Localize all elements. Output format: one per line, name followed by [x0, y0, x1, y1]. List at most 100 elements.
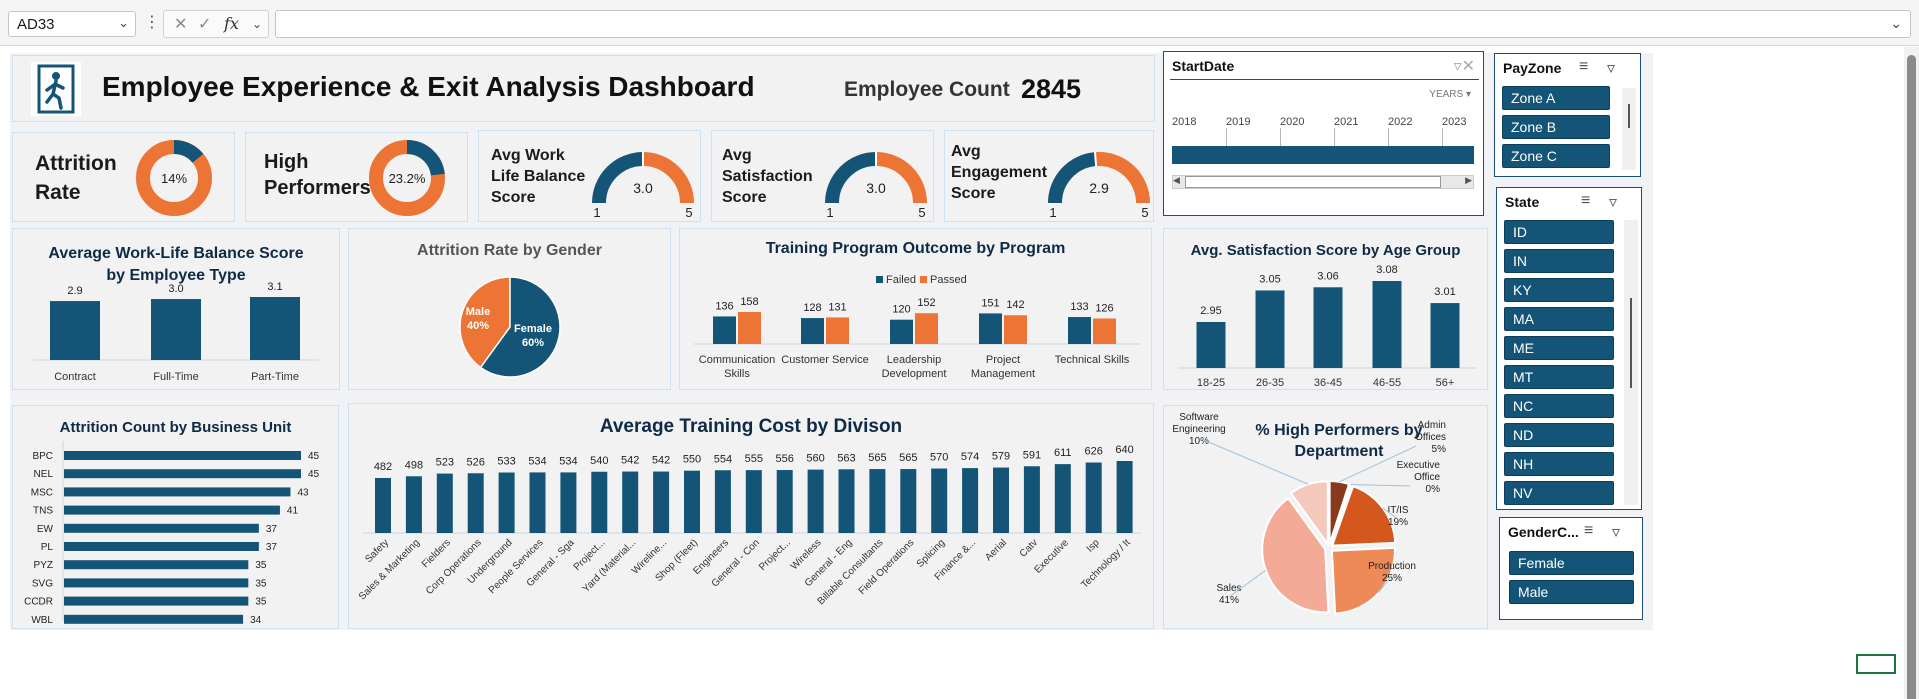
- multi-select-icon[interactable]: ≡: [1581, 192, 1590, 210]
- clear-filter-icon[interactable]: ▿: [1607, 58, 1615, 78]
- clear-filter-icon[interactable]: ▿: [1612, 522, 1620, 542]
- payzone-item-zone-c[interactable]: Zone C: [1502, 144, 1610, 168]
- gender-item-male[interactable]: Male: [1509, 580, 1634, 604]
- division-category-3: Corp Operations: [424, 537, 484, 597]
- chevron-down-icon[interactable]: ⌄: [252, 17, 262, 31]
- state-item-ky[interactable]: KY: [1504, 278, 1614, 302]
- bu-bar-3: [64, 505, 280, 515]
- age-bar-1: [1255, 290, 1285, 368]
- age-category-2: 36-45: [1314, 377, 1342, 389]
- timeline-year-2020[interactable]: 2020: [1280, 116, 1304, 128]
- division-value-6: 534: [559, 455, 577, 467]
- multi-select-icon[interactable]: ≡: [1584, 522, 1593, 540]
- state-item-ma[interactable]: MA: [1504, 307, 1614, 331]
- training-bar-passed-4: [1093, 318, 1116, 344]
- gauge-min: 1: [1049, 205, 1056, 220]
- wlb-bar-1: [151, 299, 201, 360]
- kpi-eng-label-2: Engagement: [951, 164, 1048, 181]
- payzone-scrollbar[interactable]: [1622, 88, 1636, 170]
- training-bar-failed-4: [1068, 317, 1091, 344]
- gauge-max: 5: [918, 205, 925, 220]
- state-scrollbar[interactable]: [1624, 220, 1638, 505]
- kpi-hp-label-2: Performers: [264, 177, 371, 199]
- bu-value-2: 43: [297, 487, 309, 498]
- state-item-nd[interactable]: ND: [1504, 423, 1614, 447]
- employee-count-value: 2845: [1021, 74, 1082, 104]
- division-bar-1: [405, 476, 422, 533]
- bu-value-3: 41: [287, 506, 299, 517]
- state-item-me[interactable]: ME: [1504, 336, 1614, 360]
- timeline-scroll-thumb[interactable]: [1185, 176, 1441, 188]
- timeline-scrollbar[interactable]: ◀ ▶: [1172, 175, 1474, 189]
- vertical-scrollbar[interactable]: [1904, 47, 1919, 699]
- scrollbar-thumb[interactable]: [1628, 104, 1630, 128]
- header-card: Employee Experience & Exit Analysis Dash…: [12, 55, 1155, 122]
- kpi-wlb-label-3: Score: [491, 189, 536, 206]
- timeline-year-2022[interactable]: 2022: [1388, 116, 1412, 128]
- kpi-attrition-label: Attrition: [35, 152, 117, 175]
- scroll-right-icon[interactable]: ▶: [1465, 175, 1472, 186]
- timeline-year-2021[interactable]: 2021: [1334, 116, 1358, 128]
- age-bar-2: [1313, 287, 1343, 368]
- training-category-4-line-0: Technical Skills: [1055, 354, 1130, 366]
- selected-cell[interactable]: [1856, 654, 1896, 674]
- division-value-8: 542: [621, 455, 639, 467]
- more-options-icon[interactable]: ⋮: [144, 12, 160, 32]
- timeline-year-2023[interactable]: 2023: [1442, 116, 1466, 128]
- division-value-12: 555: [745, 453, 763, 465]
- bu-value-7: 35: [255, 578, 267, 589]
- division-value-4: 533: [497, 456, 515, 468]
- gauge-value: 3.0: [633, 180, 653, 196]
- training-category-0-line-0: Communication: [699, 354, 775, 366]
- startdate-timeline[interactable]: StartDate ▿✕ YEARS ▾ 2018 2019 2020 2021 202…: [1163, 51, 1484, 216]
- insert-function-icon[interactable]: fx: [224, 14, 239, 33]
- startdate-title: StartDate: [1172, 58, 1235, 74]
- scrollbar-thumb[interactable]: [1630, 298, 1632, 388]
- bu-value-4: 37: [266, 524, 278, 535]
- state-item-id[interactable]: ID: [1504, 220, 1614, 244]
- employee-count-label: Employee Count: [844, 78, 1010, 101]
- chevron-down-icon[interactable]: ⌄: [118, 15, 129, 31]
- division-category-0: Safety: [363, 537, 391, 565]
- division-bar-2: [436, 473, 453, 533]
- age-category-4: 56+: [1436, 377, 1455, 389]
- training-category-2-line-1: Development: [882, 368, 947, 380]
- kpi-wlb-label-1: Avg Work: [491, 147, 565, 164]
- division-value-13: 556: [776, 453, 794, 465]
- kpi-hp-donut: 23.2%: [369, 140, 445, 216]
- timeline-year-2018[interactable]: 2018: [1172, 116, 1196, 128]
- training-bar-passed-0: [738, 312, 761, 344]
- payzone-title: PayZone: [1503, 60, 1562, 76]
- age-data-label-3: 3.08: [1376, 264, 1397, 276]
- training-chart-card: Training Program Outcome by Program Fail…: [679, 228, 1152, 390]
- state-item-mt[interactable]: MT: [1504, 365, 1614, 389]
- state-item-in[interactable]: IN: [1504, 249, 1614, 273]
- name-box[interactable]: AD33 ⌄: [8, 11, 136, 37]
- timeline-unit-dropdown[interactable]: YEARS ▾: [1429, 89, 1471, 100]
- division-value-19: 574: [961, 451, 979, 463]
- payzone-item-zone-a[interactable]: Zone A: [1502, 86, 1610, 110]
- state-item-nc[interactable]: NC: [1504, 394, 1614, 418]
- expand-formula-icon[interactable]: ⌄: [1890, 15, 1902, 32]
- division-value-15: 563: [837, 452, 855, 464]
- division-bar-21: [1023, 466, 1040, 533]
- scroll-left-icon[interactable]: ◀: [1173, 175, 1180, 186]
- division-bar-14: [807, 469, 824, 533]
- confirm-icon[interactable]: ✓: [198, 14, 211, 34]
- division-bar-12: [745, 470, 762, 533]
- state-item-nh[interactable]: NH: [1504, 452, 1614, 476]
- formula-input[interactable]: ⌄: [275, 10, 1911, 38]
- scrollbar-thumb[interactable]: [1907, 55, 1916, 699]
- gender-item-female[interactable]: Female: [1509, 551, 1634, 575]
- legend-passed: Passed: [930, 274, 967, 286]
- kpi-sat-gauge: 3.0 1 5: [825, 151, 927, 220]
- cancel-icon[interactable]: ✕: [174, 14, 187, 34]
- multi-select-icon[interactable]: ≡: [1579, 58, 1588, 76]
- timeline-range-bar[interactable]: [1172, 146, 1474, 164]
- timeline-year-2019[interactable]: 2019: [1226, 116, 1250, 128]
- gender-chart: Male 40% Female 60%: [459, 276, 561, 378]
- state-item-nv[interactable]: NV: [1504, 481, 1614, 505]
- clear-filter-icon[interactable]: ▿: [1609, 192, 1617, 212]
- clear-filter-icon[interactable]: ▿✕: [1454, 56, 1475, 76]
- payzone-item-zone-b[interactable]: Zone B: [1502, 115, 1610, 139]
